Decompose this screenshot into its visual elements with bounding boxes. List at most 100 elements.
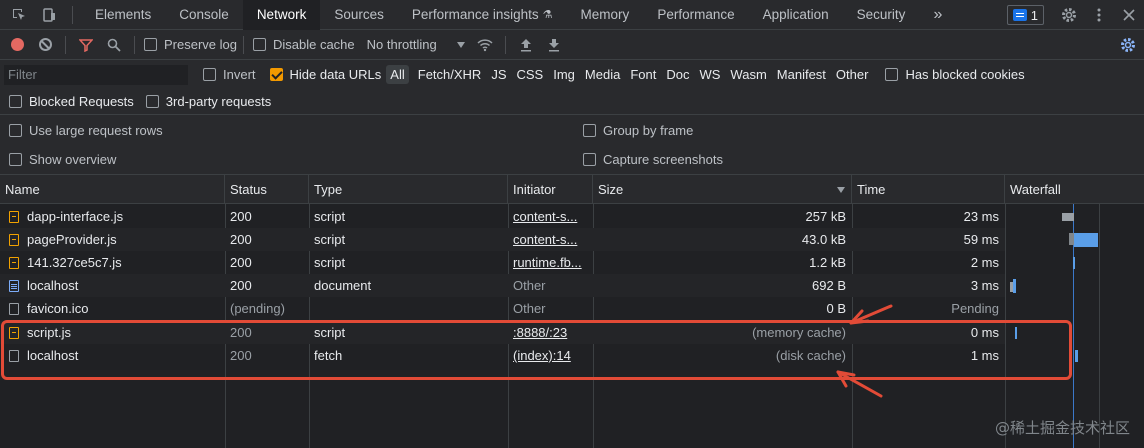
filter-type-fetch-xhr[interactable]: Fetch/XHR bbox=[414, 65, 486, 84]
search-button[interactable] bbox=[100, 31, 128, 59]
table-row[interactable]: localhost 200 document Other 692 B 3 ms bbox=[0, 274, 1005, 297]
show-overview-checkbox[interactable]: Show overview bbox=[9, 152, 116, 167]
table-row[interactable]: dapp-interface.js 200 script content-s..… bbox=[0, 205, 1005, 228]
kebab-menu-icon[interactable] bbox=[1084, 0, 1114, 30]
filter-type-media[interactable]: Media bbox=[581, 65, 624, 84]
blocked-requests-checkbox[interactable]: Blocked Requests bbox=[9, 94, 134, 109]
filter-type-wasm[interactable]: Wasm bbox=[726, 65, 770, 84]
chevron-down-icon bbox=[456, 41, 465, 48]
request-name: pageProvider.js bbox=[0, 228, 225, 251]
import-har-button[interactable] bbox=[512, 31, 540, 59]
blocked-cookies-checkbox[interactable]: Has blocked cookies bbox=[885, 67, 1025, 82]
request-initiator-link[interactable]: runtime.fb... bbox=[508, 251, 593, 274]
flask-icon: ⚗ bbox=[542, 9, 553, 21]
checkbox-icon bbox=[252, 38, 266, 51]
tab-network[interactable]: Network bbox=[242, 0, 321, 30]
filter-type-doc[interactable]: Doc bbox=[662, 65, 693, 84]
waterfall-bar bbox=[1013, 279, 1016, 293]
tab-console[interactable]: Console bbox=[165, 0, 243, 30]
checkbox-checked-icon bbox=[269, 68, 283, 81]
filter-type-all[interactable]: All bbox=[386, 65, 409, 84]
network-settings-button[interactable] bbox=[1114, 31, 1142, 59]
request-initiator: Other bbox=[513, 278, 546, 293]
filter-button[interactable] bbox=[72, 31, 100, 59]
large-rows-checkbox[interactable]: Use large request rows bbox=[9, 123, 163, 138]
upload-icon bbox=[520, 38, 531, 51]
clear-button[interactable] bbox=[31, 31, 59, 59]
request-time: 2 ms bbox=[970, 255, 999, 270]
filter-type-manifest[interactable]: Manifest bbox=[773, 65, 830, 84]
settings-gear-icon[interactable] bbox=[1054, 0, 1084, 30]
column-header-status[interactable]: Status bbox=[225, 175, 309, 204]
filter-type-js[interactable]: JS bbox=[487, 65, 510, 84]
filter-bar-secondary: Blocked Requests 3rd-party requests bbox=[0, 89, 1144, 115]
group-by-frame-label: Group by frame bbox=[603, 123, 694, 138]
table-header: Name Status Type Initiator Size Time Wat… bbox=[0, 175, 1144, 204]
disable-cache-label: Disable cache bbox=[272, 37, 355, 52]
device-toolbar-icon[interactable] bbox=[34, 0, 64, 30]
requests-table: Name Status Type Initiator Size Time Wat… bbox=[0, 175, 1144, 448]
request-name: 141.327ce5c7.js bbox=[0, 251, 225, 274]
checkbox-icon bbox=[583, 153, 596, 166]
column-header-waterfall[interactable]: Waterfall bbox=[1005, 175, 1144, 204]
column-header-size-label: Size bbox=[598, 182, 624, 197]
throttling-select[interactable]: No throttling bbox=[367, 37, 465, 52]
group-by-frame-checkbox[interactable]: Group by frame bbox=[583, 123, 693, 138]
tab-memory[interactable]: Memory bbox=[567, 0, 644, 30]
request-time: Pending bbox=[951, 301, 999, 316]
close-icon[interactable] bbox=[1114, 0, 1144, 30]
tab-application[interactable]: Application bbox=[749, 0, 843, 30]
tab-performance[interactable]: Performance bbox=[643, 0, 748, 30]
column-header-time[interactable]: Time bbox=[852, 175, 1005, 204]
filter-type-img[interactable]: Img bbox=[549, 65, 579, 84]
filter-type-font[interactable]: Font bbox=[626, 65, 660, 84]
tab-sources[interactable]: Sources bbox=[320, 0, 398, 30]
filter-type-ws[interactable]: WS bbox=[695, 65, 724, 84]
table-row[interactable]: pageProvider.js 200 script content-s... … bbox=[0, 228, 1005, 251]
hide-data-urls-checkbox[interactable]: Hide data URLs bbox=[269, 67, 382, 82]
annotation-highlight-box bbox=[1, 320, 1072, 380]
checkbox-icon bbox=[144, 38, 157, 51]
table-row[interactable]: 141.327ce5c7.js 200 script runtime.fb...… bbox=[0, 251, 1005, 274]
checkbox-icon bbox=[885, 68, 899, 81]
divider bbox=[242, 35, 244, 54]
network-conditions-button[interactable] bbox=[471, 31, 499, 59]
column-header-name[interactable]: Name bbox=[0, 175, 225, 204]
table-row[interactable]: favicon.ico (pending) Other 0 B Pending bbox=[0, 297, 1005, 320]
column-header-initiator[interactable]: Initiator bbox=[508, 175, 593, 204]
issues-badge[interactable]: 1 bbox=[1006, 5, 1044, 25]
js-file-icon bbox=[9, 233, 19, 246]
export-har-button[interactable] bbox=[540, 31, 568, 59]
preserve-log-checkbox[interactable]: Preserve log bbox=[144, 37, 237, 52]
filter-input[interactable]: Filter bbox=[4, 64, 188, 85]
filter-bar: Filter Invert Hide data URLs All Fetch/X… bbox=[0, 60, 1144, 89]
invert-checkbox[interactable]: Invert bbox=[203, 67, 256, 82]
filter-type-css[interactable]: CSS bbox=[513, 65, 548, 84]
tab-elements[interactable]: Elements bbox=[81, 0, 165, 30]
request-initiator-link[interactable]: content-s... bbox=[508, 228, 593, 251]
filter-icon bbox=[79, 38, 93, 52]
capture-screenshots-checkbox[interactable]: Capture screenshots bbox=[583, 152, 723, 167]
record-button[interactable] bbox=[3, 31, 31, 59]
disable-cache-checkbox[interactable]: Disable cache bbox=[252, 37, 355, 52]
inspect-element-icon[interactable] bbox=[4, 0, 34, 30]
large-rows-label: Use large request rows bbox=[29, 123, 163, 138]
hide-data-urls-label: Hide data URLs bbox=[289, 67, 382, 82]
column-header-size[interactable]: Size bbox=[593, 175, 852, 204]
tab-performance-insights[interactable]: Performance insights ⚗ bbox=[398, 0, 567, 30]
filter-type-other[interactable]: Other bbox=[832, 65, 873, 84]
column-header-type[interactable]: Type bbox=[309, 175, 508, 204]
third-party-checkbox[interactable]: 3rd-party requests bbox=[145, 94, 272, 109]
request-size: 1.2 kB bbox=[809, 255, 846, 270]
divider bbox=[134, 35, 135, 54]
request-initiator-link[interactable]: content-s... bbox=[508, 205, 593, 228]
message-icon bbox=[1012, 9, 1027, 21]
request-status: (pending) bbox=[230, 301, 285, 316]
throttling-value: No throttling bbox=[366, 37, 437, 52]
more-tabs-icon[interactable]: » bbox=[919, 0, 956, 30]
request-status: 200 bbox=[230, 255, 252, 270]
request-status: 200 bbox=[230, 209, 252, 224]
third-party-label: 3rd-party requests bbox=[165, 94, 272, 109]
network-toolbar: Preserve log Disable cache No throttling bbox=[0, 30, 1144, 60]
tab-security[interactable]: Security bbox=[843, 0, 920, 30]
